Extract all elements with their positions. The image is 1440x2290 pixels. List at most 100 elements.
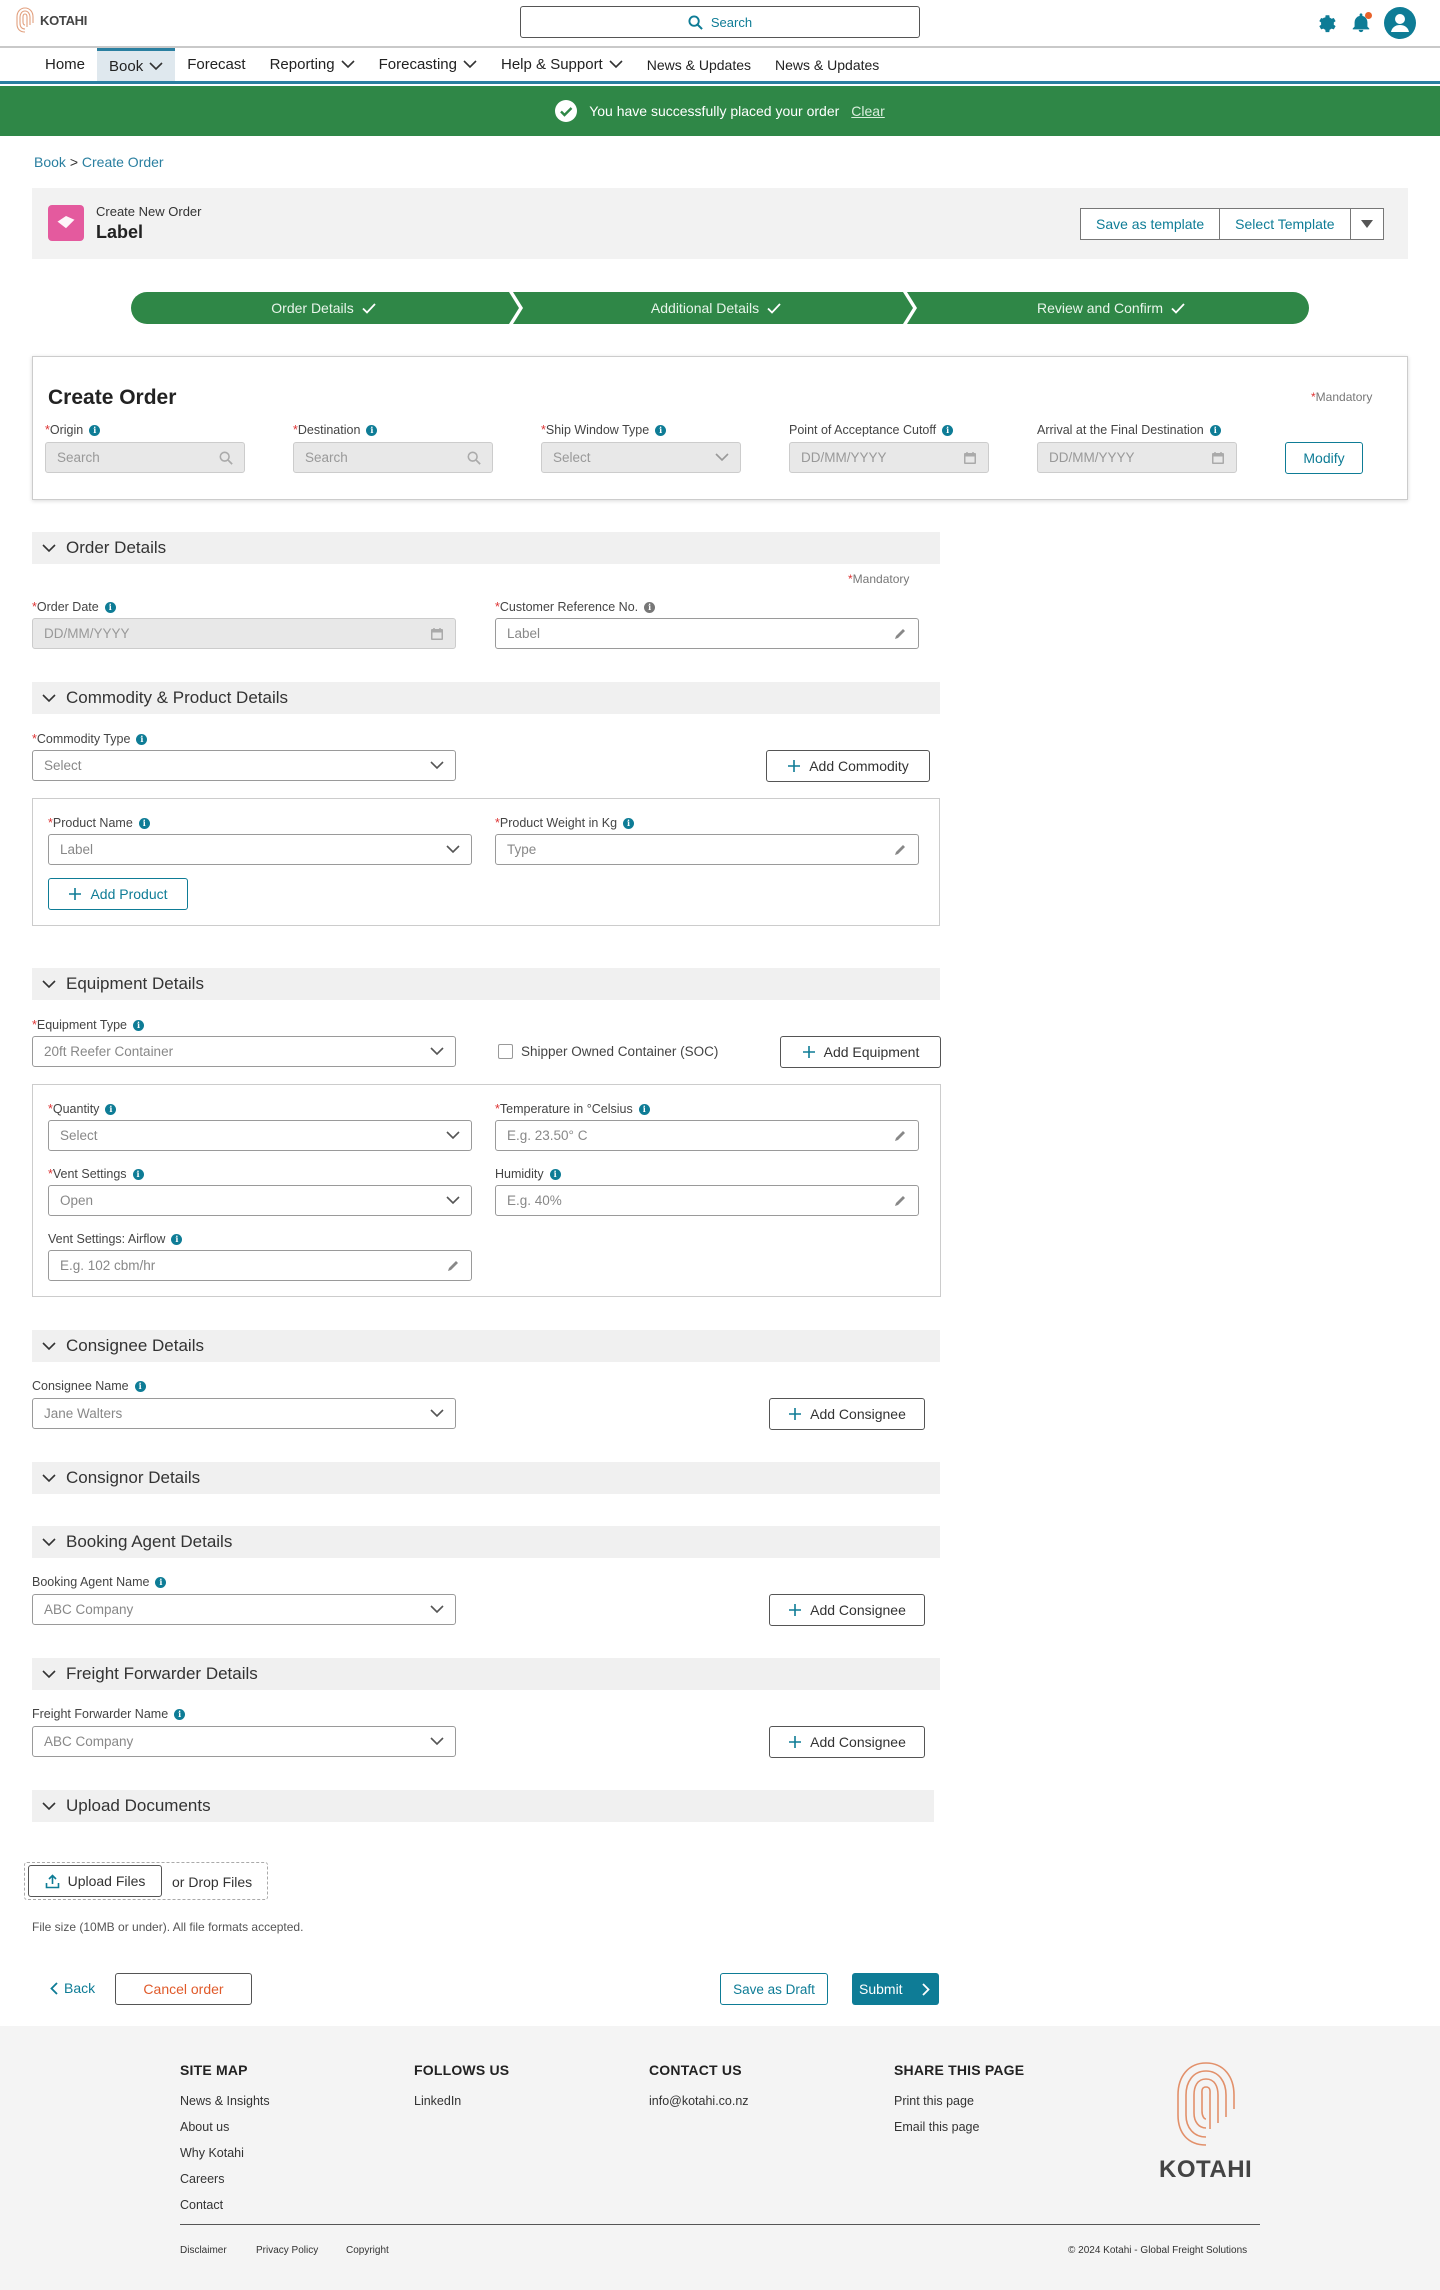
info-icon[interactable]: i — [623, 817, 635, 829]
section-booking-agent[interactable]: Booking Agent Details — [32, 1526, 940, 1558]
step-review-confirm[interactable]: Review and Confirm — [916, 292, 1306, 324]
nav-reporting[interactable]: Reporting — [258, 48, 367, 81]
footer-print-link[interactable]: Print this page — [894, 2094, 974, 2108]
modify-button[interactable]: Modify — [1285, 442, 1363, 474]
commodity-type-select[interactable]: Select — [32, 750, 456, 781]
acceptance-cutoff-date[interactable]: DD/MM/YYYY — [789, 442, 989, 473]
product-name-select[interactable]: Label — [48, 834, 472, 865]
temperature-input[interactable]: E.g. 23.50° C — [495, 1120, 919, 1151]
upload-files-button[interactable]: Upload Files — [28, 1865, 162, 1897]
info-icon[interactable]: i — [132, 1019, 144, 1031]
step-additional-details[interactable]: Additional Details — [521, 292, 911, 324]
save-as-template-button[interactable]: Save as template — [1081, 209, 1221, 239]
info-icon[interactable]: i — [89, 424, 101, 436]
footer-link[interactable]: Careers — [180, 2172, 224, 2186]
footer-email-page-link[interactable]: Email this page — [894, 2120, 979, 2134]
quantity-select[interactable]: Select — [48, 1120, 472, 1151]
info-icon[interactable]: i — [155, 1576, 167, 1588]
breadcrumb-current[interactable]: Create Order — [82, 154, 164, 170]
info-icon[interactable]: i — [638, 1103, 650, 1115]
info-icon[interactable]: i — [942, 424, 954, 436]
add-product-button[interactable]: Add Product — [48, 878, 188, 910]
template-dropdown-button[interactable] — [1351, 209, 1383, 239]
destination-search-input[interactable]: Search — [293, 442, 493, 473]
submit-button[interactable]: Submit — [852, 1973, 939, 2005]
info-icon[interactable]: i — [549, 1168, 561, 1180]
section-order-details[interactable]: Order Details — [32, 532, 940, 564]
checkbox-box[interactable] — [498, 1044, 513, 1059]
info-icon[interactable]: i — [104, 601, 116, 613]
footer-link[interactable]: Contact — [180, 2198, 223, 2212]
notifications[interactable] — [1350, 12, 1372, 34]
airflow-input[interactable]: E.g. 102 cbm/hr — [48, 1250, 472, 1281]
section-equipment[interactable]: Equipment Details — [32, 968, 940, 1000]
origin-search-input[interactable]: Search — [45, 442, 245, 473]
info-icon[interactable]: i — [136, 733, 148, 745]
customer-ref-input[interactable]: Label — [495, 618, 919, 649]
section-title: Order Details — [66, 538, 167, 557]
label-icon — [48, 205, 84, 241]
vent-settings-select[interactable]: Open — [48, 1185, 472, 1216]
save-draft-button[interactable]: Save as Draft — [720, 1973, 828, 2005]
add-freight-forwarder-label: Add Consignee — [810, 1734, 906, 1750]
humidity-input[interactable]: E.g. 40% — [495, 1185, 919, 1216]
nav-forecast[interactable]: Forecast — [175, 48, 257, 81]
chevron-down-icon — [430, 1605, 444, 1614]
info-icon[interactable]: i — [655, 424, 667, 436]
consignee-name-select[interactable]: Jane Walters — [32, 1398, 456, 1429]
info-icon[interactable]: i — [105, 1103, 117, 1115]
footer-link[interactable]: About us — [180, 2120, 229, 2134]
plus-icon — [789, 1408, 802, 1420]
footer-privacy-link[interactable]: Privacy Policy — [256, 2245, 318, 2256]
info-icon[interactable]: i — [174, 1708, 186, 1720]
footer-link[interactable]: News & Insights — [180, 2094, 270, 2108]
footer-linkedin-link[interactable]: LinkedIn — [414, 2094, 461, 2108]
info-icon[interactable]: i — [1209, 424, 1221, 436]
ship-window-select[interactable]: Select — [541, 442, 741, 473]
add-consignee-button[interactable]: Add Consignee — [769, 1398, 925, 1430]
global-search[interactable]: Search — [520, 6, 920, 38]
add-booking-agent-button[interactable]: Add Consignee — [769, 1594, 925, 1626]
booking-agent-select[interactable]: ABC Company — [32, 1594, 456, 1625]
footer-disclaimer-link[interactable]: Disclaimer — [180, 2245, 227, 2256]
mandatory-note: *Mandatory — [848, 572, 910, 586]
product-weight-input[interactable]: Type — [495, 834, 919, 865]
add-equipment-button[interactable]: Add Equipment — [780, 1036, 941, 1068]
equipment-type-select[interactable]: 20ft Reefer Container — [32, 1036, 456, 1067]
order-date-input[interactable]: DD/MM/YYYY — [32, 618, 456, 649]
section-freight-forwarder[interactable]: Freight Forwarder Details — [32, 1658, 940, 1690]
info-icon[interactable]: i — [644, 601, 656, 613]
cancel-order-button[interactable]: Cancel order — [115, 1973, 252, 2005]
section-commodity-product[interactable]: Commodity & Product Details — [32, 682, 940, 714]
arrival-final-date[interactable]: DD/MM/YYYY — [1037, 442, 1237, 473]
header-logo[interactable]: KOTAHI — [14, 5, 87, 35]
add-freight-forwarder-button[interactable]: Add Consignee — [769, 1726, 925, 1758]
gear-icon[interactable] — [1316, 12, 1338, 34]
info-icon[interactable]: i — [171, 1233, 183, 1245]
footer-email-link[interactable]: info@kotahi.co.nz — [649, 2094, 749, 2108]
footer-copyright-link[interactable]: Copyright — [346, 2245, 389, 2256]
user-avatar-icon[interactable] — [1384, 7, 1416, 39]
section-consignee[interactable]: Consignee Details — [32, 1330, 940, 1362]
soc-checkbox[interactable]: Shipper Owned Container (SOC) — [498, 1044, 718, 1059]
info-icon[interactable]: i — [134, 1380, 146, 1392]
footer-link[interactable]: Why Kotahi — [180, 2146, 244, 2160]
nav-forecasting[interactable]: Forecasting — [367, 48, 489, 81]
add-commodity-button[interactable]: Add Commodity — [766, 750, 930, 782]
breadcrumb-book[interactable]: Book — [34, 154, 66, 170]
section-upload-documents[interactable]: Upload Documents — [32, 1790, 934, 1822]
nav-news-updates-2[interactable]: News & Updates — [763, 48, 891, 81]
nav-news-updates[interactable]: News & Updates — [635, 48, 763, 81]
freight-forwarder-select[interactable]: ABC Company — [32, 1726, 456, 1757]
nav-help-support[interactable]: Help & Support — [489, 48, 635, 81]
step-order-details[interactable]: Order Details — [131, 292, 516, 324]
back-link[interactable]: Back — [50, 1980, 95, 1996]
nav-home[interactable]: Home — [33, 48, 97, 81]
nav-book[interactable]: Book — [97, 48, 176, 81]
section-consignor[interactable]: Consignor Details — [32, 1462, 940, 1494]
select-template-button[interactable]: Select Template — [1220, 209, 1351, 239]
banner-clear-link[interactable]: Clear — [851, 103, 884, 119]
info-icon[interactable]: i — [366, 424, 378, 436]
info-icon[interactable]: i — [132, 1168, 144, 1180]
info-icon[interactable]: i — [138, 817, 150, 829]
